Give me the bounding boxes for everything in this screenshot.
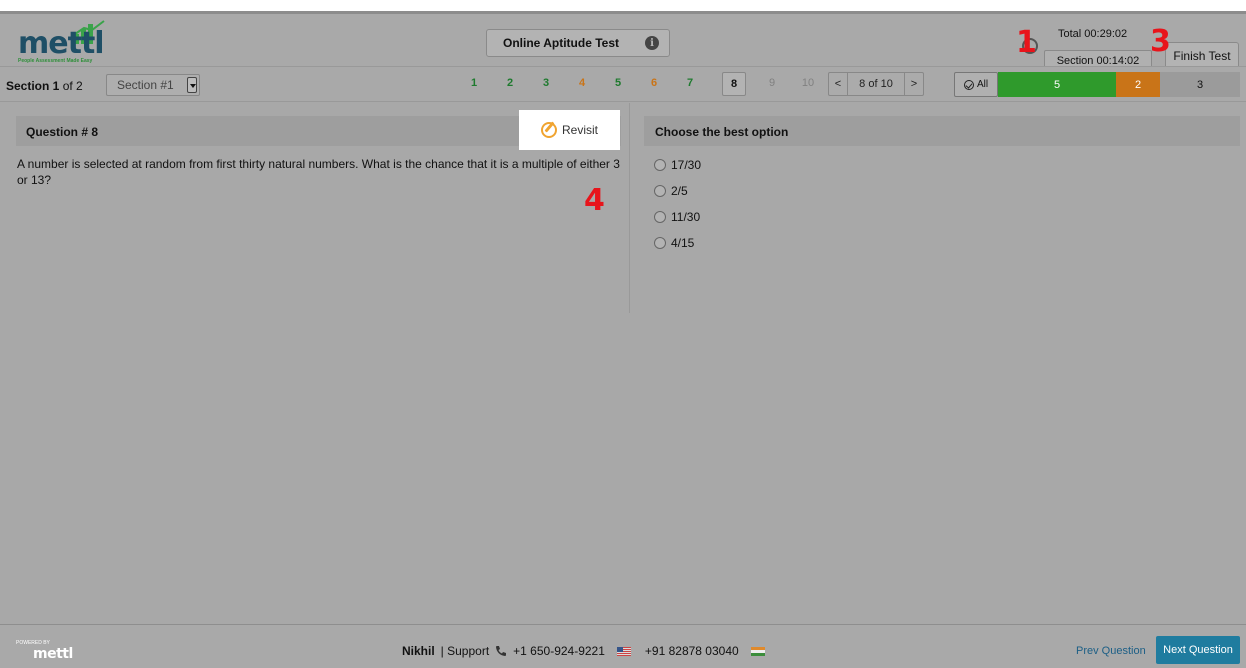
option-1[interactable]: 17/30 — [644, 152, 1240, 178]
chevron-down-icon — [187, 77, 197, 93]
option-label: 17/30 — [671, 158, 702, 172]
us-flag-icon — [616, 646, 631, 656]
prev-question-link[interactable]: Prev Question — [1076, 645, 1146, 657]
annotation-marker-3: 3 — [1150, 24, 1171, 59]
footer: POWERED BY mettl Nikhil | Support +1 650… — [0, 624, 1246, 668]
mettl-logo: mettl People Assessment Made Easy — [14, 20, 134, 64]
filter-all-label: All — [976, 79, 989, 90]
options-panel: Choose the best option 17/30 2/5 11/30 4… — [644, 116, 1240, 256]
top-strip — [0, 0, 1246, 11]
question-number-2[interactable]: 2 — [500, 77, 520, 89]
question-number-4[interactable]: 4 — [572, 77, 592, 89]
revisit-pencil-icon — [540, 122, 557, 138]
section-select[interactable]: Section #1 — [106, 74, 200, 96]
section-select-value: Section #1 — [117, 78, 174, 92]
option-label: 11/30 — [671, 210, 701, 224]
revisit-count-filter[interactable]: 2 — [1116, 72, 1160, 97]
revisit-button[interactable]: Revisit — [519, 110, 620, 150]
question-number-9[interactable]: 9 — [762, 77, 782, 89]
question-number-7[interactable]: 7 — [680, 77, 700, 89]
pager-prev-button[interactable]: < — [829, 73, 847, 95]
question-text: A number is selected at random from firs… — [17, 157, 620, 187]
revisit-label: Revisit — [561, 123, 598, 137]
radio-button[interactable] — [654, 237, 666, 249]
footer-logo-text: mettl — [33, 646, 73, 662]
question-number-3[interactable]: 3 — [536, 77, 556, 89]
answered-count-filter[interactable]: 5 — [998, 72, 1116, 97]
logo-tagline: People Assessment Made Easy — [18, 58, 93, 64]
phone-us: +1 650-924-9221 — [513, 644, 605, 658]
annotation-marker-1: 1 — [1016, 25, 1037, 60]
user-name: Nikhil — [402, 644, 435, 658]
option-4[interactable]: 4/15 — [644, 230, 1240, 256]
powered-by-logo: POWERED BY mettl — [16, 640, 96, 666]
section-label: Section 1 of 2 — [6, 79, 83, 93]
option-label: 2/5 — [671, 184, 688, 198]
question-number-6[interactable]: 6 — [644, 77, 664, 89]
question-number-title: Question # 8 — [26, 125, 99, 139]
pager-label: 8 of 10 — [847, 73, 905, 95]
filter-all-button[interactable]: All — [954, 72, 998, 97]
total-timer: Total 00:29:02 — [1058, 28, 1128, 40]
check-circle-icon — [963, 79, 974, 90]
question-number-8[interactable]: 8 — [722, 72, 746, 96]
radio-button[interactable] — [654, 159, 666, 171]
info-icon[interactable]: i — [645, 36, 659, 50]
next-question-button[interactable]: Next Question — [1156, 636, 1240, 664]
option-2[interactable]: 2/5 — [644, 178, 1240, 204]
question-number-10[interactable]: 10 — [798, 77, 818, 89]
unanswered-count-filter[interactable]: 3 — [1160, 72, 1240, 97]
phone-in: +91 82878 03040 — [644, 644, 739, 658]
pager-next-button[interactable]: > — [905, 73, 923, 95]
section-label-bold: Section 1 — [6, 79, 60, 93]
test-title-box: Online Aptitude Test i — [486, 29, 670, 57]
option-3[interactable]: 11/30 — [644, 204, 1240, 230]
options-header: Choose the best option — [644, 116, 1240, 146]
radio-button[interactable] — [654, 185, 666, 197]
question-number-5[interactable]: 5 — [608, 77, 628, 89]
radio-button[interactable] — [654, 211, 666, 223]
question-pager: < 8 of 10 > — [828, 72, 924, 96]
logo-text: mettl — [18, 26, 105, 61]
support-info: Nikhil | Support +1 650-924-9221 +91 828… — [402, 644, 765, 658]
section-label-rest: of 2 — [59, 79, 83, 93]
question-number-1[interactable]: 1 — [464, 77, 484, 89]
header: mettl People Assessment Made Easy Online… — [0, 11, 1246, 72]
support-label: | Support — [440, 644, 490, 658]
phone-icon — [496, 646, 507, 656]
india-flag-icon — [750, 646, 765, 656]
annotation-marker-4: 4 — [584, 183, 605, 218]
test-title: Online Aptitude Test — [503, 36, 619, 50]
question-navbar: Section 1 of 2 Section #1 1 2 3 4 5 6 7 … — [0, 66, 1246, 102]
option-label: 4/15 — [671, 236, 695, 250]
